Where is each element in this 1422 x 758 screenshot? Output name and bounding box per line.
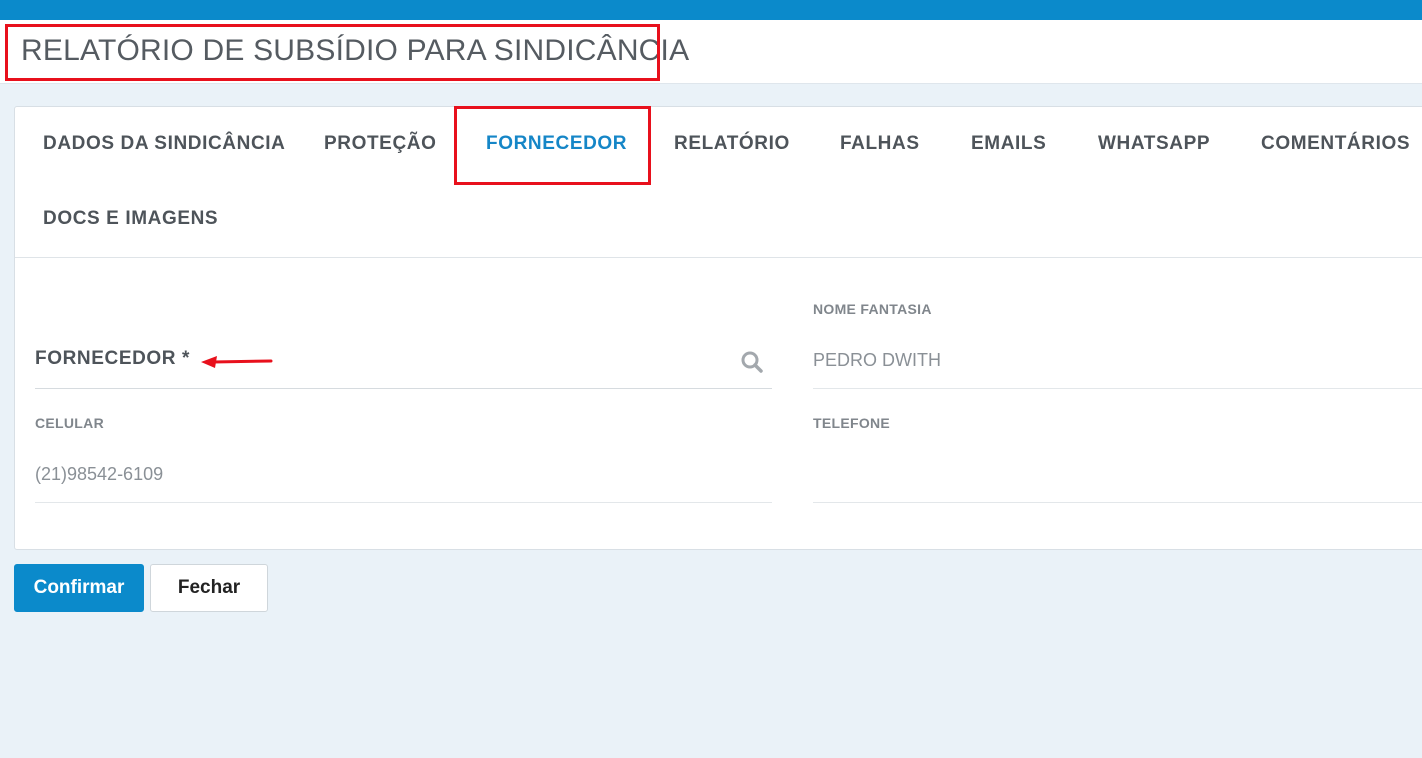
close-button[interactable]: Fechar <box>150 564 268 612</box>
tab-whatsapp[interactable]: WHATSAPP <box>1098 133 1210 155</box>
tab-relatorio[interactable]: RELATÓRIO <box>674 133 790 155</box>
tab-falhas[interactable]: FALHAS <box>840 133 920 155</box>
top-bar <box>0 0 1422 20</box>
nome-fantasia-underline <box>813 388 1422 389</box>
tab-docs-e-imagens[interactable]: DOCS E IMAGENS <box>43 208 218 230</box>
nome-fantasia-value: PEDRO DWITH <box>813 350 941 370</box>
tab-dados-da-sindicancia[interactable]: DADOS DA SINDICÂNCIA <box>43 133 285 155</box>
fornecedor-underline <box>35 388 772 389</box>
celular-underline <box>35 502 772 503</box>
tab-emails[interactable]: EMAILS <box>971 133 1046 155</box>
tab-fornecedor[interactable]: FORNECEDOR <box>486 133 627 155</box>
search-icon[interactable] <box>740 350 764 374</box>
tab-protecao[interactable]: PROTEÇÃO <box>324 133 436 155</box>
fornecedor-search-input[interactable] <box>35 335 771 387</box>
celular-value: (21)98542-6109 <box>35 464 164 484</box>
form-card: DADOS DA SINDICÂNCIA PROTEÇÃO FORNECEDOR… <box>14 106 1422 550</box>
page-title: RELATÓRIO DE SUBSÍDIO PARA SINDICÂNCIA <box>21 34 690 67</box>
confirm-button[interactable]: Confirmar <box>14 564 144 612</box>
telefone-label: TELEFONE <box>813 415 891 431</box>
page-header: RELATÓRIO DE SUBSÍDIO PARA SINDICÂNCIA <box>0 20 1422 84</box>
telefone-underline <box>813 502 1422 503</box>
tab-comentarios[interactable]: COMENTÁRIOS <box>1261 133 1410 155</box>
tabs-divider <box>15 257 1422 258</box>
nome-fantasia-label: NOME FANTASIA <box>813 301 932 317</box>
celular-label: CELULAR <box>35 415 104 431</box>
